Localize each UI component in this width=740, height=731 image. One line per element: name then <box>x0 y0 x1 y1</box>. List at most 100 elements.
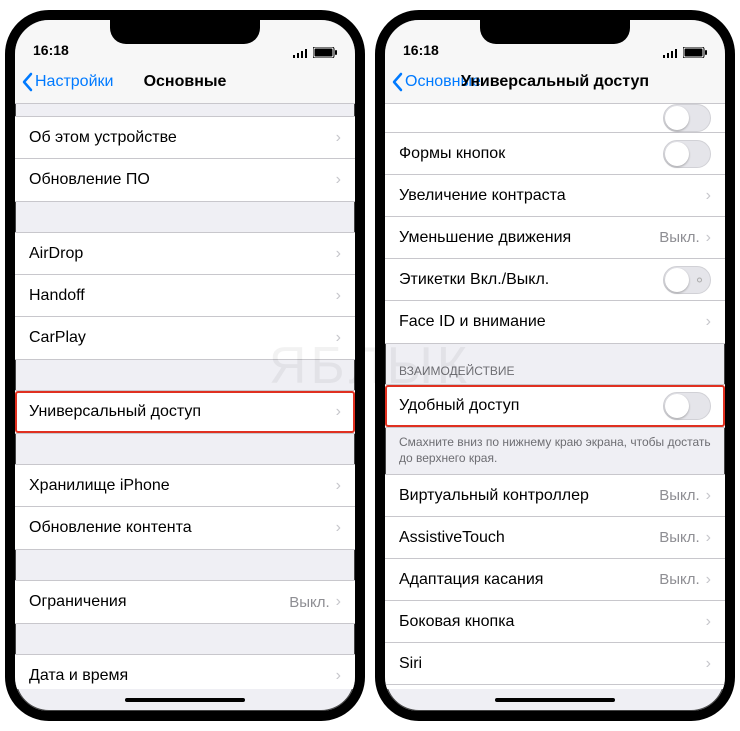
list-group: Удобный доступ <box>385 384 725 428</box>
settings-row-partial[interactable] <box>385 104 725 133</box>
toggle[interactable] <box>663 392 711 420</box>
list-group: Хранилище iPhone›Обновление контента› <box>15 464 355 550</box>
home-indicator[interactable] <box>15 689 355 711</box>
battery-icon <box>683 47 707 58</box>
row-detail: Выкл. <box>659 487 699 504</box>
section-footer: Смахните вниз по нижнему краю экрана, чт… <box>385 428 725 474</box>
clock: 16:18 <box>33 42 185 58</box>
settings-row[interactable]: Face ID и внимание› <box>385 301 725 343</box>
row-label: AssistiveTouch <box>399 529 659 547</box>
chevron-right-icon: › <box>706 487 711 505</box>
toggle[interactable] <box>663 266 711 294</box>
list-group: Универсальный доступ› <box>15 390 355 434</box>
chevron-left-icon <box>21 72 33 92</box>
row-label: Адаптация касания <box>399 571 659 589</box>
chevron-right-icon: › <box>706 613 711 631</box>
settings-row[interactable]: Виртуальный контроллерВыкл. › <box>385 475 725 517</box>
settings-row[interactable]: Этикетки Вкл./Выкл. <box>385 259 725 301</box>
row-label: Ограничения <box>29 593 289 611</box>
cellular-icon <box>663 48 679 58</box>
chevron-right-icon: › <box>336 245 341 263</box>
settings-row[interactable]: Боковая кнопка› <box>385 601 725 643</box>
settings-row[interactable]: Дата и время› <box>15 655 355 689</box>
chevron-right-icon: › <box>336 287 341 305</box>
chevron-right-icon: › <box>706 571 711 589</box>
row-label: Обновление контента <box>29 519 336 537</box>
chevron-right-icon: › <box>336 329 341 347</box>
chevron-right-icon: › <box>336 667 341 685</box>
list-group: AirDrop›Handoff›CarPlay› <box>15 232 355 360</box>
list-group: Об этом устройстве›Обновление ПО› <box>15 116 355 202</box>
row-label: Боковая кнопка <box>399 613 706 631</box>
chevron-right-icon: › <box>706 529 711 547</box>
settings-row[interactable]: Siri› <box>385 643 725 685</box>
list-group: Формы кнопокУвеличение контраста›Уменьше… <box>385 104 725 344</box>
chevron-right-icon: › <box>706 655 711 673</box>
row-label: Универсальный доступ <box>29 403 336 421</box>
row-label: CarPlay <box>29 329 336 347</box>
settings-row[interactable]: Хранилище iPhone› <box>15 465 355 507</box>
notch <box>480 20 630 44</box>
row-label: Уменьшение движения <box>399 229 659 247</box>
settings-row[interactable]: Об этом устройстве› <box>15 117 355 159</box>
settings-row[interactable]: ОграниченияВыкл. › <box>15 581 355 623</box>
row-label: Обновление ПО <box>29 171 336 189</box>
chevron-right-icon: › <box>336 477 341 495</box>
cellular-icon <box>293 48 309 58</box>
notch <box>110 20 260 44</box>
clock: 16:18 <box>403 42 555 58</box>
chevron-right-icon: › <box>336 593 341 611</box>
back-button[interactable]: Основные <box>385 72 481 92</box>
section-header: ВЗАИМОДЕЙСТВИЕ <box>385 344 725 384</box>
row-detail: Выкл. <box>659 229 699 246</box>
row-label: AirDrop <box>29 245 336 263</box>
settings-row[interactable]: Handoff› <box>15 275 355 317</box>
chevron-right-icon: › <box>706 313 711 331</box>
list-group: Виртуальный контроллерВыкл.›AssistiveTou… <box>385 474 725 689</box>
list-group: ОграниченияВыкл. › <box>15 580 355 624</box>
chevron-right-icon: › <box>706 229 711 247</box>
settings-row[interactable]: Обновление ПО› <box>15 159 355 201</box>
settings-row[interactable]: CarPlay› <box>15 317 355 359</box>
home-indicator[interactable] <box>385 689 725 711</box>
list-group: Дата и время›Клавиатура› <box>15 654 355 689</box>
settings-row[interactable]: AssistiveTouchВыкл. › <box>385 517 725 559</box>
row-label: Виртуальный контроллер <box>399 487 659 505</box>
settings-row[interactable]: Увеличение контраста› <box>385 175 725 217</box>
settings-row[interactable]: Удобный доступ <box>385 385 725 427</box>
toggle[interactable] <box>663 140 711 168</box>
back-button[interactable]: Настройки <box>15 72 113 92</box>
row-label: Дата и время <box>29 667 336 685</box>
chevron-right-icon: › <box>336 171 341 189</box>
chevron-left-icon <box>391 72 403 92</box>
settings-row[interactable]: Уменьшение движенияВыкл. › <box>385 217 725 259</box>
chevron-right-icon: › <box>336 403 341 421</box>
row-detail: Выкл. <box>659 529 699 546</box>
chevron-right-icon: › <box>336 519 341 537</box>
row-label: Handoff <box>29 287 336 305</box>
back-label: Основные <box>405 73 481 91</box>
row-detail: Выкл. <box>289 594 329 611</box>
navbar: Основные Универсальный доступ <box>385 60 725 104</box>
chevron-right-icon: › <box>706 187 711 205</box>
settings-row[interactable]: Универсальный доступ› <box>15 391 355 433</box>
row-label: Хранилище iPhone <box>29 477 336 495</box>
settings-row[interactable]: Обновление контента› <box>15 507 355 549</box>
phone-left: 16:18 Настройки Основные Об этом устройс… <box>5 10 365 721</box>
settings-row[interactable]: Формы кнопок <box>385 133 725 175</box>
row-label: Этикетки Вкл./Выкл. <box>399 271 663 289</box>
toggle[interactable] <box>663 104 711 132</box>
navbar: Настройки Основные <box>15 60 355 104</box>
row-label: Об этом устройстве <box>29 129 336 147</box>
row-label: Siri <box>399 655 706 673</box>
row-label: Удобный доступ <box>399 397 663 415</box>
row-label: Формы кнопок <box>399 145 663 163</box>
back-label: Настройки <box>35 73 113 91</box>
battery-icon <box>313 47 337 58</box>
row-detail: Выкл. <box>659 571 699 588</box>
settings-row[interactable]: AirDrop› <box>15 233 355 275</box>
settings-row[interactable]: Адаптация касанияВыкл. › <box>385 559 725 601</box>
row-label: Face ID и внимание <box>399 313 706 331</box>
content: Формы кнопокУвеличение контраста›Уменьше… <box>385 104 725 689</box>
chevron-right-icon: › <box>336 129 341 147</box>
